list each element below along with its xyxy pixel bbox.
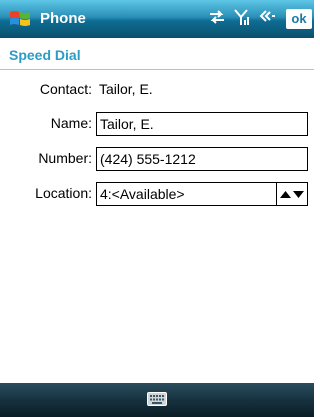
number-field[interactable]: (424) 555-1212 bbox=[96, 147, 308, 171]
title-bar: Phone ok bbox=[0, 0, 314, 38]
location-spinner[interactable] bbox=[276, 183, 306, 205]
status-icons bbox=[208, 8, 283, 30]
location-select[interactable]: 4:<Available> bbox=[96, 182, 308, 206]
name-field[interactable]: Tailor, E. bbox=[96, 112, 308, 136]
signal-antenna-icon[interactable] bbox=[233, 8, 251, 31]
spin-down-icon[interactable] bbox=[292, 183, 304, 205]
location-value: 4:<Available> bbox=[100, 186, 185, 202]
number-label: Number: bbox=[38, 150, 92, 166]
contact-label: Contact: bbox=[39, 81, 92, 97]
name-label: Name: bbox=[50, 115, 92, 131]
section-header: Speed Dial bbox=[0, 38, 314, 70]
location-label: Location: bbox=[35, 185, 92, 201]
keyboard-icon[interactable] bbox=[147, 392, 167, 406]
contact-value: Tailor, E. bbox=[99, 81, 153, 97]
page-title: Speed Dial bbox=[9, 47, 81, 63]
window-title: Phone bbox=[40, 10, 86, 27]
ok-button[interactable]: ok bbox=[286, 9, 312, 29]
connectivity-arrows-icon[interactable] bbox=[208, 9, 226, 30]
speaker-volume-icon[interactable] bbox=[258, 9, 276, 30]
bottom-bar bbox=[0, 383, 314, 417]
spin-up-icon[interactable] bbox=[279, 183, 291, 205]
windows-start-icon[interactable] bbox=[8, 7, 32, 31]
